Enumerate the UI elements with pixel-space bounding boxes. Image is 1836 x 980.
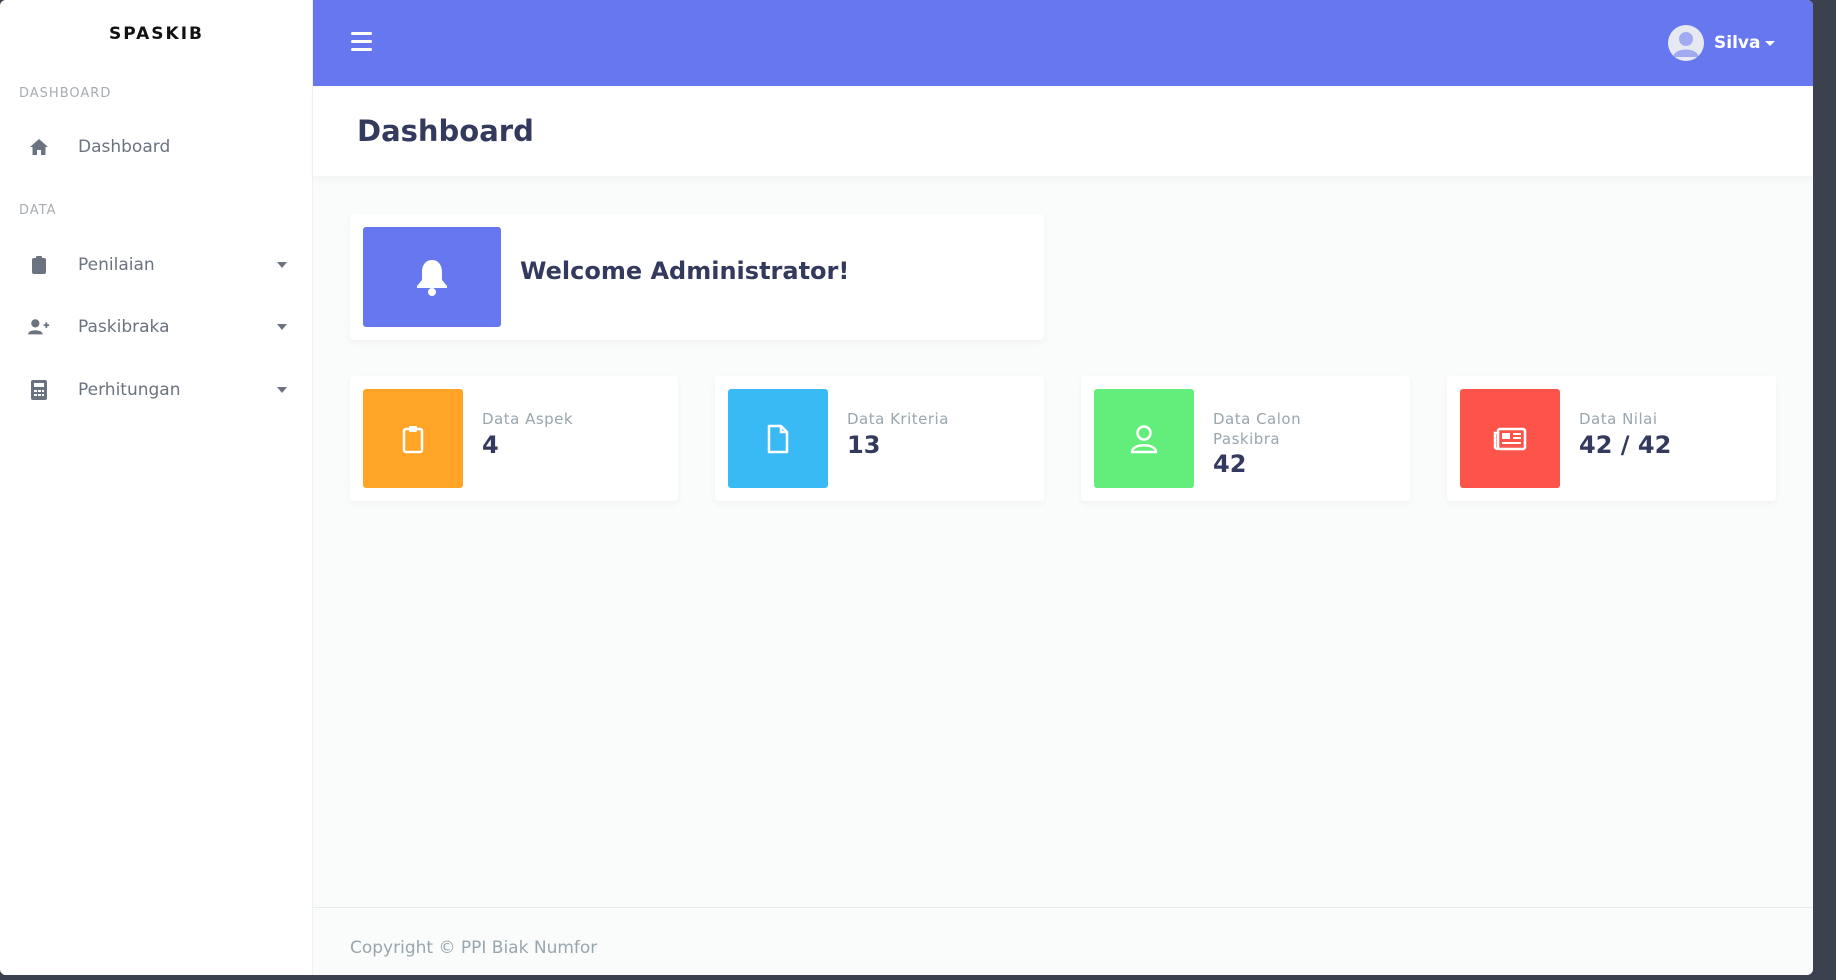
sidebar-section-dashboard: DASHBOARD xyxy=(19,86,112,101)
sidebar-section-data: DATA xyxy=(19,203,57,218)
bell-icon xyxy=(363,227,501,327)
avatar xyxy=(1668,25,1704,61)
file-icon xyxy=(728,389,828,488)
sidebar: SPASKIB DASHBOARD Dashboard DATA Penilai… xyxy=(0,0,313,975)
welcome-message: Welcome Administrator! xyxy=(520,257,850,285)
stat-value: 13 xyxy=(847,431,881,459)
chevron-down-icon xyxy=(1765,40,1776,46)
page-header: Dashboard xyxy=(313,86,1813,176)
sidebar-item-label: Dashboard xyxy=(78,137,171,157)
sidebar-item-perhitungan[interactable]: Perhitungan xyxy=(0,365,313,415)
newspaper-icon xyxy=(1460,389,1560,488)
stat-label: Data Aspek xyxy=(482,410,574,428)
calculator-icon xyxy=(28,379,50,401)
app-window: SPASKIB DASHBOARD Dashboard DATA Penilai… xyxy=(0,0,1813,975)
user-icon xyxy=(1094,389,1194,488)
home-icon xyxy=(28,136,50,158)
user-plus-icon xyxy=(28,316,50,338)
sidebar-item-label: Penilaian xyxy=(78,255,155,275)
hamburger-menu-icon[interactable] xyxy=(351,32,372,52)
sidebar-item-label: Perhitungan xyxy=(78,380,181,400)
sidebar-item-label: Paskibraka xyxy=(78,317,170,337)
stat-card-nilai[interactable]: Data Nilai 42 / 42 xyxy=(1447,376,1776,501)
stat-label: Data Kriteria xyxy=(847,410,949,428)
sidebar-item-paskibraka[interactable]: Paskibraka xyxy=(0,302,313,352)
sidebar-item-dashboard[interactable]: Dashboard xyxy=(0,122,313,172)
user-name: Silva xyxy=(1714,33,1761,53)
stat-card-aspek[interactable]: Data Aspek 4 xyxy=(350,376,678,501)
welcome-card: Welcome Administrator! xyxy=(350,214,1044,340)
page-title: Dashboard xyxy=(357,114,534,148)
stat-card-kriteria[interactable]: Data Kriteria 13 xyxy=(715,376,1044,501)
chevron-down-icon xyxy=(277,262,287,268)
user-menu-dropdown[interactable]: Silva xyxy=(1668,25,1776,61)
brand-logo[interactable]: SPASKIB xyxy=(0,24,313,44)
stat-card-calon-paskibra[interactable]: Data Calon Paskibra 42 xyxy=(1081,376,1410,501)
stat-value: 42 / 42 xyxy=(1579,431,1672,459)
sidebar-item-penilaian[interactable]: Penilaian xyxy=(0,240,313,290)
chevron-down-icon xyxy=(277,324,287,330)
stat-value: 42 xyxy=(1213,450,1247,478)
copyright-text: Copyright © PPI Biak Numfor xyxy=(350,938,598,958)
chevron-down-icon xyxy=(277,387,287,393)
top-navbar: Silva xyxy=(313,0,1813,86)
stat-value: 4 xyxy=(482,431,499,459)
clipboard-icon xyxy=(363,389,463,488)
stat-label: Data Nilai xyxy=(1579,410,1658,428)
footer: Copyright © PPI Biak Numfor xyxy=(313,907,1813,975)
clipboard-icon xyxy=(28,254,50,276)
stat-label: Data Calon Paskibra xyxy=(1213,410,1302,448)
